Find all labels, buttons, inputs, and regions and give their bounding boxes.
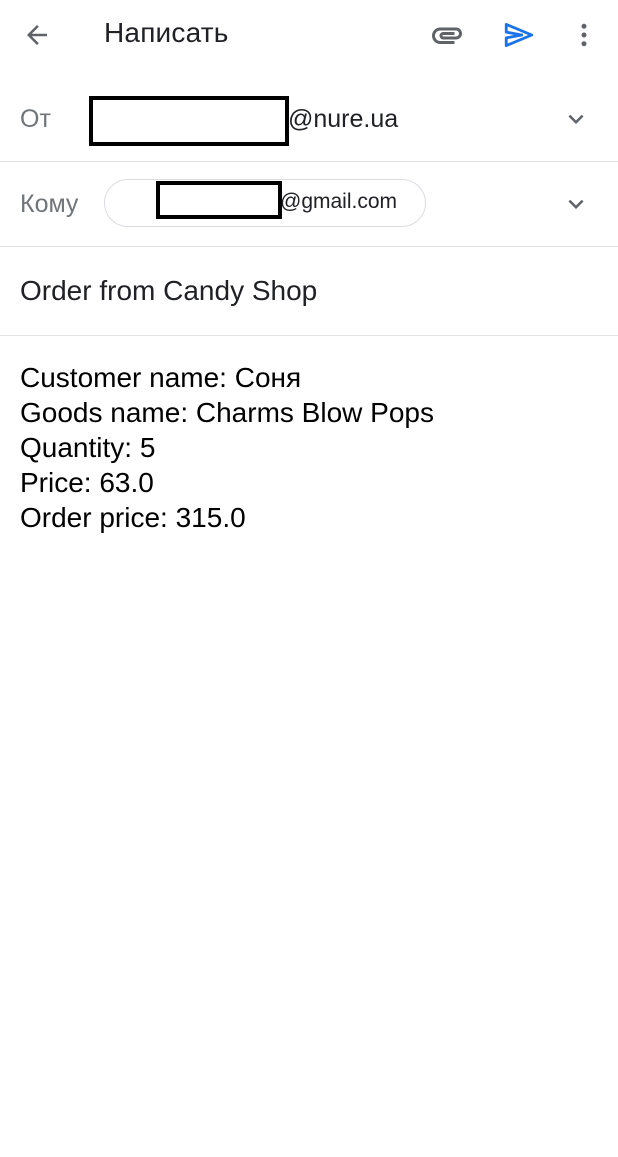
recipient-chip[interactable]: @gmail.com — [104, 179, 426, 227]
back-button[interactable] — [14, 13, 60, 57]
redacted-sender-name — [89, 96, 289, 146]
to-field[interactable]: Кому @gmail.com — [0, 162, 618, 247]
chevron-down-icon — [568, 199, 584, 209]
recipient-domain: @gmail.com — [280, 190, 398, 213]
from-label: От — [20, 105, 51, 133]
message-body[interactable]: Customer name: Соня Goods name: Charms B… — [20, 360, 600, 535]
page-title: Написать — [104, 17, 229, 48]
from-field[interactable]: От @nure.ua — [0, 78, 618, 162]
body-line-goods-name: Goods name: Charms Blow Pops — [20, 397, 434, 428]
from-expand-button[interactable] — [556, 99, 596, 139]
body-line-customer-name: Customer name: Соня — [20, 362, 302, 393]
body-line-price: Price: 63.0 — [20, 467, 154, 498]
from-address-domain: @nure.ua — [288, 105, 399, 133]
chevron-down-icon — [568, 114, 584, 124]
body-line-quantity: Quantity: 5 — [20, 432, 156, 463]
redacted-recipient-name — [156, 181, 282, 219]
subject-field[interactable]: Order from Candy Shop — [0, 247, 618, 336]
arrow-left-icon — [27, 25, 47, 45]
more-vert-icon — [581, 23, 587, 47]
subject-text: Order from Candy Shop — [20, 275, 318, 306]
send-icon — [504, 22, 534, 48]
attach-button[interactable] — [422, 13, 472, 57]
to-label: Кому — [20, 190, 79, 218]
app-bar: Написать — [0, 0, 618, 70]
send-button[interactable] — [494, 13, 544, 57]
to-expand-button[interactable] — [556, 184, 596, 224]
body-line-order-price: Order price: 315.0 — [20, 502, 246, 533]
paperclip-icon — [432, 27, 462, 44]
more-options-button[interactable] — [566, 13, 602, 57]
